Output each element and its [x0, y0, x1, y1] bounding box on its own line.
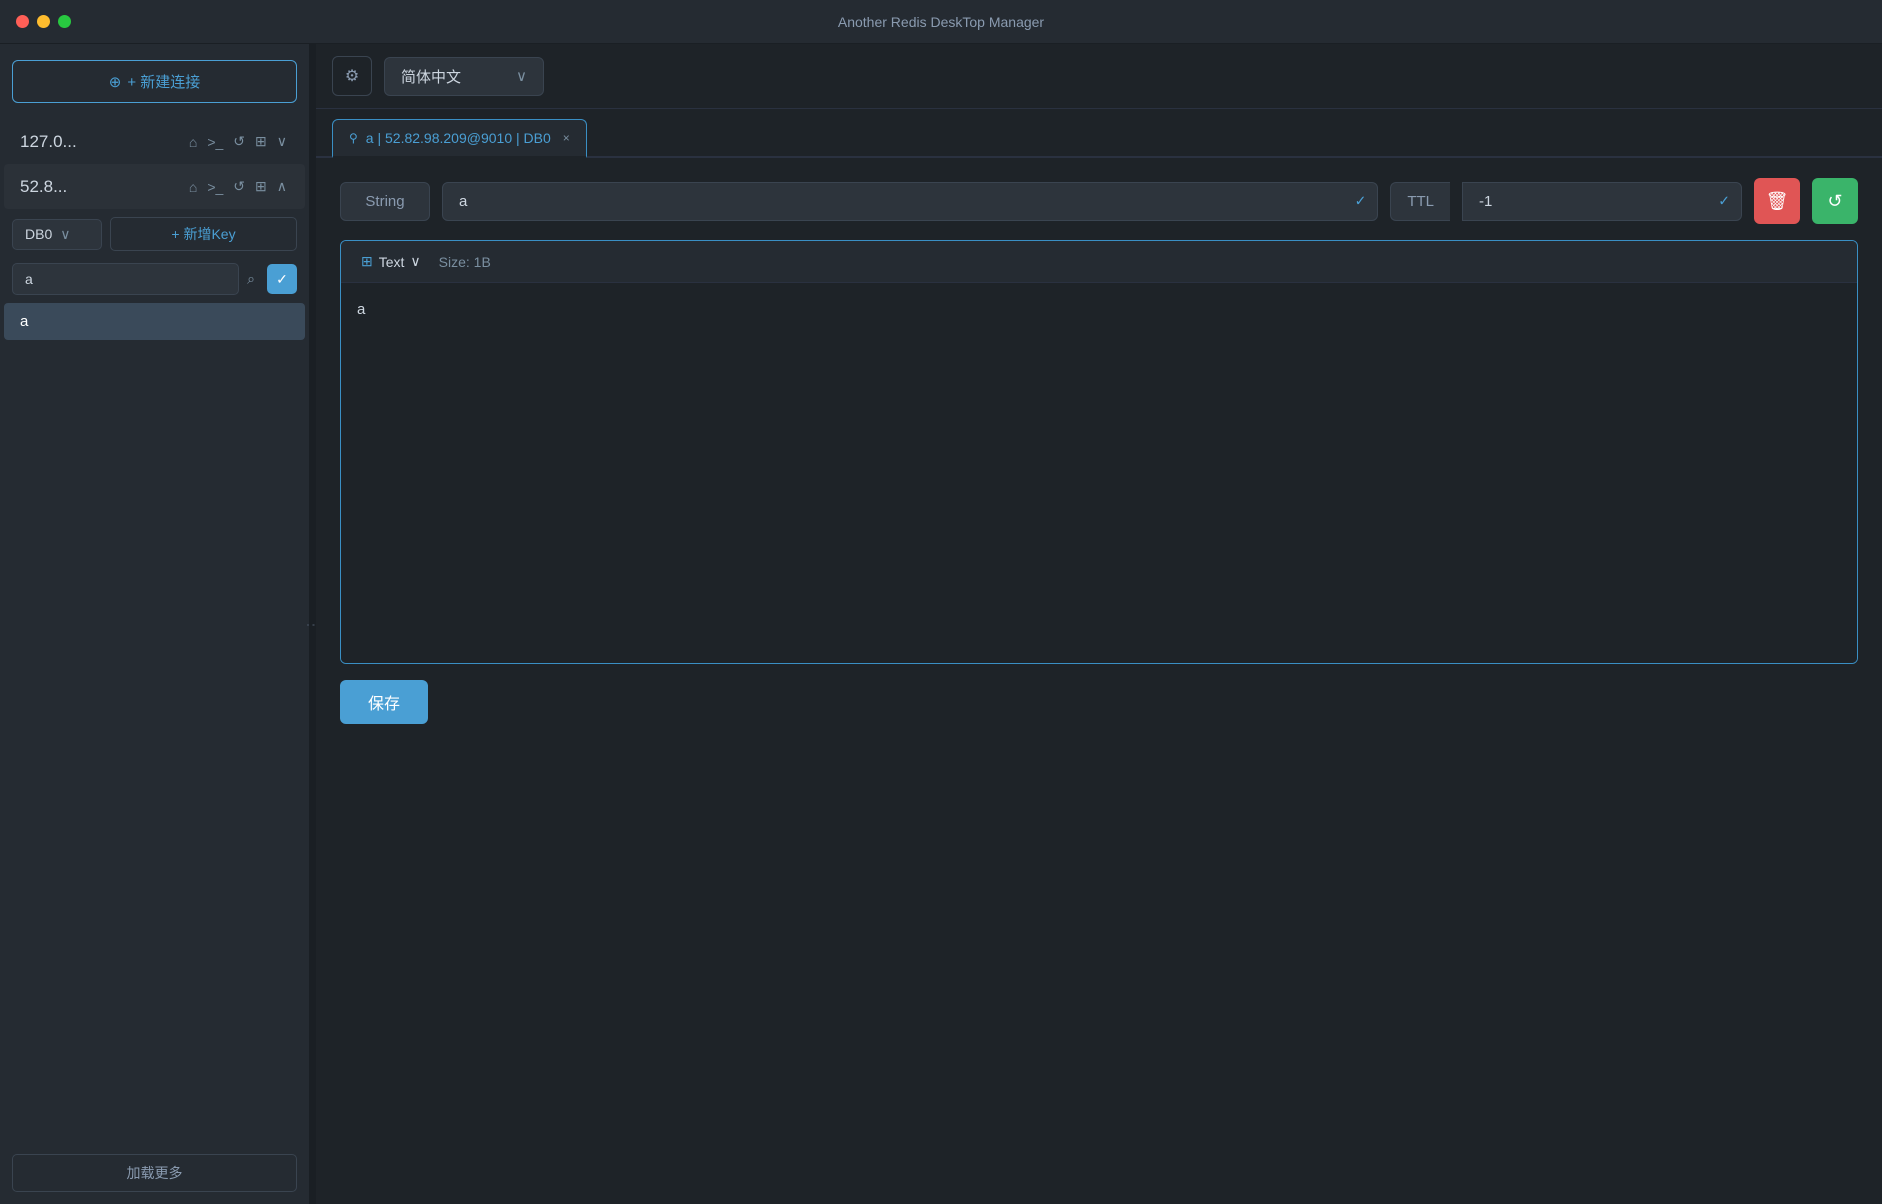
ttl-check-icon: ✓ — [1718, 193, 1730, 210]
minimize-button[interactable] — [37, 15, 50, 28]
tab-label-0: a | 52.82.98.209@9010 | DB0 — [366, 130, 551, 146]
maximize-button[interactable] — [58, 15, 71, 28]
refresh-icon-2[interactable]: ↺ — [231, 176, 247, 197]
key-list: a — [0, 303, 309, 1150]
home-icon-2[interactable]: ⌂ — [187, 177, 199, 197]
connection-item-1[interactable]: 127.0... ⌂ >_ ↺ ⊞ ∨ — [4, 119, 305, 164]
tab-close-button-0[interactable]: × — [563, 131, 570, 145]
size-label: Size: 1B — [439, 254, 491, 270]
gear-icon: ⚙ — [345, 66, 359, 86]
window-title: Another Redis DeskTop Manager — [838, 14, 1044, 30]
window-controls — [16, 15, 71, 28]
main-content: ⚙ 简体中文 ∨ ⚲ a | 52.82.98.209@9010 | DB0 ×… — [316, 44, 1882, 1204]
refresh-key-icon: ↺ — [1827, 191, 1842, 212]
grid-icon-1[interactable]: ⊞ — [253, 131, 269, 152]
language-value: 简体中文 — [401, 66, 461, 87]
grid-icon-2[interactable]: ⊞ — [253, 176, 269, 197]
ttl-input-wrap: ✓ — [1462, 182, 1742, 221]
search-input[interactable] — [12, 263, 239, 295]
settings-button[interactable]: ⚙ — [332, 56, 372, 96]
checkmark-icon: ✓ — [276, 271, 288, 288]
add-key-button[interactable]: + 新增Key — [110, 217, 297, 251]
new-connection-label: + 新建连接 — [127, 71, 200, 92]
key-content: String ✓ TTL ✓ 🗑 ↺ — [316, 158, 1882, 1204]
terminal-icon-1[interactable]: >_ — [205, 132, 225, 152]
value-toolbar: ⊞ Text ∨ Size: 1B — [341, 241, 1857, 283]
terminal-icon-2[interactable]: >_ — [205, 177, 225, 197]
sidebar: ⊕ + 新建连接 127.0... ⌂ >_ ↺ ⊞ ∨ 52.8... ⌂ >… — [0, 44, 310, 1204]
tabs-bar: ⚲ a | 52.82.98.209@9010 | DB0 × — [316, 117, 1882, 158]
search-row: ⌕ ✓ — [12, 263, 297, 295]
conn-icons-1: ⌂ >_ ↺ ⊞ ∨ — [187, 131, 289, 152]
save-button[interactable]: 保存 — [340, 680, 428, 724]
top-bar: ⚙ 简体中文 ∨ — [316, 44, 1882, 109]
load-more-button[interactable]: 加载更多 — [12, 1154, 297, 1192]
language-select[interactable]: 简体中文 ∨ — [384, 57, 544, 96]
type-badge: String — [340, 182, 430, 221]
value-area: ⊞ Text ∨ Size: 1B a — [340, 240, 1858, 664]
home-icon-1[interactable]: ⌂ — [187, 132, 199, 152]
trash-icon: 🗑 — [1766, 191, 1789, 212]
key-name-input-wrap: ✓ — [442, 182, 1378, 221]
format-grid-icon: ⊞ — [361, 253, 373, 270]
chevron-down-icon: ∨ — [516, 67, 527, 85]
value-textarea[interactable]: a — [341, 283, 1857, 663]
close-button[interactable] — [16, 15, 29, 28]
save-label: 保存 — [368, 696, 400, 713]
refresh-key-button[interactable]: ↺ — [1812, 178, 1858, 224]
format-select[interactable]: ⊞ Text ∨ — [353, 249, 429, 274]
add-key-label: + 新增Key — [171, 224, 235, 244]
refresh-icon-1[interactable]: ↺ — [231, 131, 247, 152]
format-label: Text — [379, 254, 405, 270]
key-item-name-0: a — [20, 313, 28, 330]
connection-name-2: 52.8... — [20, 177, 179, 197]
key-name-input[interactable] — [442, 182, 1378, 221]
search-input-wrap: ⌕ — [12, 263, 263, 295]
plus-icon: ⊕ — [109, 73, 122, 91]
connection-name-1: 127.0... — [20, 132, 179, 152]
new-connection-button[interactable]: ⊕ + 新建连接 — [12, 60, 297, 103]
chevron-up-icon-2[interactable]: ∧ — [275, 176, 289, 197]
chevron-down-icon-1[interactable]: ∨ — [275, 131, 289, 152]
ttl-input[interactable] — [1462, 182, 1742, 221]
delete-button[interactable]: 🗑 — [1754, 178, 1800, 224]
db-row: DB0 ∨ + 新增Key — [0, 209, 309, 259]
main-layout: ⊕ + 新建连接 127.0... ⌂ >_ ↺ ⊞ ∨ 52.8... ⌂ >… — [0, 44, 1882, 1204]
key-name-check-icon: ✓ — [1355, 193, 1367, 210]
tab-search-icon: ⚲ — [349, 131, 358, 145]
format-arrow-icon: ∨ — [410, 253, 420, 270]
ttl-label: TTL — [1390, 182, 1450, 221]
titlebar: Another Redis DeskTop Manager — [0, 0, 1882, 44]
key-meta-row: String ✓ TTL ✓ 🗑 ↺ — [340, 178, 1858, 224]
tab-0[interactable]: ⚲ a | 52.82.98.209@9010 | DB0 × — [332, 119, 587, 158]
key-item-0[interactable]: a — [4, 303, 305, 340]
db-select-arrow: ∨ — [60, 226, 70, 243]
db-select[interactable]: DB0 ∨ — [12, 219, 102, 250]
db-select-value: DB0 — [25, 226, 52, 242]
search-confirm-button[interactable]: ✓ — [267, 264, 297, 294]
search-icon: ⌕ — [247, 271, 255, 288]
load-more-label: 加载更多 — [127, 1165, 183, 1181]
connection-item-2[interactable]: 52.8... ⌂ >_ ↺ ⊞ ∧ — [4, 164, 305, 209]
conn-icons-2: ⌂ >_ ↺ ⊞ ∧ — [187, 176, 289, 197]
